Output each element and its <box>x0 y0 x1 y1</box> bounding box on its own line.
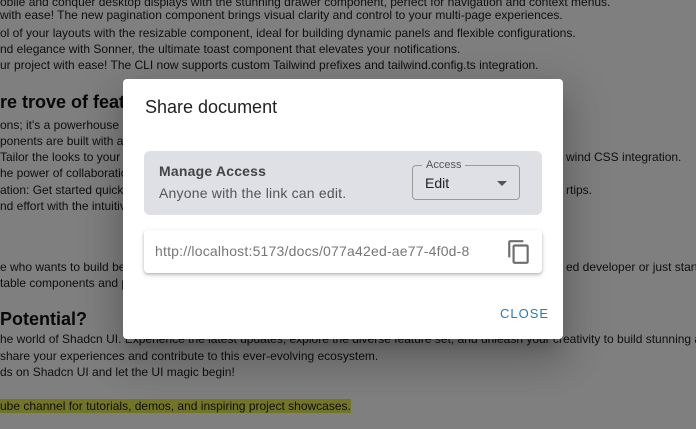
access-select-value: Edit <box>425 175 450 191</box>
manage-access-description: Anyone with the link can edit. <box>159 185 347 201</box>
share-link-field[interactable]: http://localhost:5173/docs/077a42ed-ae77… <box>144 230 542 273</box>
copy-link-button[interactable] <box>506 239 532 265</box>
share-link-url[interactable]: http://localhost:5173/docs/077a42ed-ae77… <box>155 243 471 259</box>
arrow-drop-down-icon <box>497 181 507 186</box>
access-select-label: Access <box>422 158 466 172</box>
dialog-title: Share document <box>145 97 278 117</box>
manage-access-title: Manage Access <box>159 163 267 179</box>
close-button[interactable]: CLOSE <box>500 306 549 321</box>
share-dialog: Share document Manage Access Anyone with… <box>123 79 563 339</box>
manage-access-panel: Manage Access Anyone with the link can e… <box>144 151 542 215</box>
copy-icon <box>508 240 529 264</box>
access-select[interactable]: Access Edit <box>412 158 520 200</box>
